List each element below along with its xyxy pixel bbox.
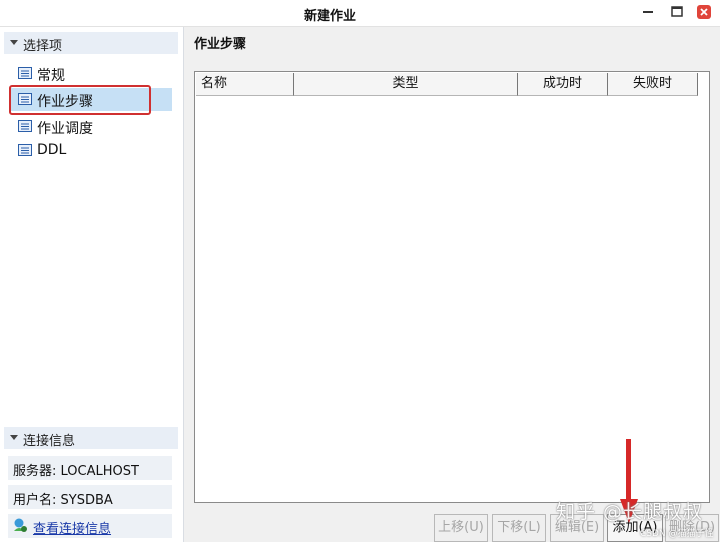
page-icon <box>18 144 32 156</box>
close-button[interactable] <box>694 2 714 22</box>
column-header-label: 失败时 <box>632 76 672 91</box>
column-header-name[interactable]: 名称 <box>196 73 294 96</box>
connection-section-title: 连接信息 <box>23 434 76 449</box>
collapse-arrow-icon <box>10 40 18 45</box>
maximize-icon <box>671 6 683 17</box>
column-header-on-success[interactable]: 成功时 <box>518 73 608 96</box>
sidebar-item-label: DDL <box>37 142 67 158</box>
connection-section-header[interactable]: 连接信息 <box>4 427 178 449</box>
options-section-header[interactable]: 选择项 <box>4 32 178 54</box>
watermark: 知乎 @长腿叔叔 <box>556 501 704 523</box>
column-header-label: 成功时 <box>542 76 582 91</box>
user-info: 用户名: SYSDBA <box>8 485 172 509</box>
column-header-label: 名称 <box>201 76 228 91</box>
watermark-small: CSDN @猫猫子怪 <box>640 529 714 539</box>
column-header-on-failure[interactable]: 失败时 <box>608 73 698 96</box>
move-down-button[interactable]: 下移(L) <box>492 514 546 542</box>
user-label: 用户名: SYSDBA <box>13 493 113 508</box>
maximize-button[interactable] <box>667 2 687 22</box>
view-connection-info-link[interactable]: 查看连接信息 <box>33 518 111 537</box>
options-section-title: 选择项 <box>23 39 63 54</box>
page-icon <box>18 120 32 132</box>
collapse-arrow-icon <box>10 435 18 440</box>
sidebar-item-label: 作业调度 <box>37 121 93 137</box>
close-icon <box>697 5 711 19</box>
connection-info-icon <box>14 518 27 532</box>
move-up-button[interactable]: 上移(U) <box>434 514 488 542</box>
title-bar: 新建作业 <box>0 0 720 27</box>
minimize-icon <box>643 11 653 13</box>
page-icon <box>18 67 32 79</box>
connection-link-row: 查看连接信息 <box>8 514 172 538</box>
window-title: 新建作业 <box>303 9 356 24</box>
sidebar-item-label: 常规 <box>37 68 65 84</box>
sidebar-item-ddl[interactable]: DDL <box>10 139 172 162</box>
sidebar-item-general[interactable]: 常规 <box>10 62 172 85</box>
server-info: 服务器: LOCALHOST <box>8 456 172 480</box>
minimize-button[interactable] <box>638 2 658 22</box>
highlight-annotation <box>9 85 151 115</box>
page-title: 作业步骤 <box>194 37 247 52</box>
sidebar-item-job-schedule[interactable]: 作业调度 <box>10 115 172 138</box>
column-header-type[interactable]: 类型 <box>294 73 518 96</box>
column-header-label: 类型 <box>392 76 419 91</box>
server-label: 服务器: LOCALHOST <box>13 464 139 479</box>
